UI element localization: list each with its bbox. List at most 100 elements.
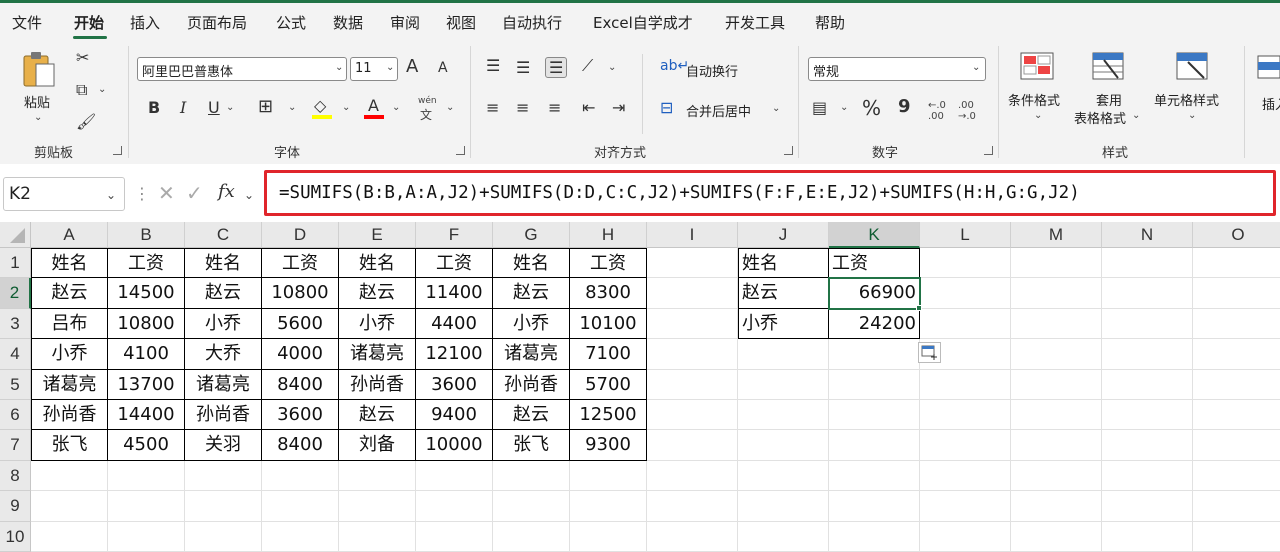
cell-k10[interactable] <box>829 521 920 552</box>
cell-h1[interactable]: 工资 <box>570 248 647 279</box>
cell-m1[interactable] <box>1011 248 1102 279</box>
cell-d9[interactable] <box>262 491 339 522</box>
accounting-icon[interactable]: ▤ <box>812 98 827 117</box>
chevron-down-icon[interactable]: ⌄ <box>106 188 116 202</box>
column-header-g[interactable]: G <box>493 222 570 248</box>
phonetic-icon[interactable]: 文 <box>420 106 432 123</box>
column-header-k[interactable]: K <box>829 222 920 248</box>
align-center-icon[interactable]: ≡ <box>516 98 529 117</box>
cell-c2[interactable]: 赵云 <box>185 278 262 309</box>
menu-review[interactable]: 审阅 <box>390 12 420 33</box>
select-all-button[interactable] <box>0 222 31 248</box>
cell-b8[interactable] <box>108 460 185 492</box>
increase-decimal-icon[interactable]: ←.0.00 <box>928 100 946 122</box>
cell-h8[interactable] <box>570 460 647 492</box>
font-color-button[interactable]: A <box>368 96 379 115</box>
cell-n8[interactable] <box>1102 460 1193 492</box>
cell-g8[interactable] <box>493 460 570 492</box>
cell-g5[interactable]: 孙尚香 <box>493 369 570 400</box>
grow-font-button[interactable]: A <box>406 56 418 77</box>
cell-f2[interactable]: 11400 <box>416 278 493 309</box>
cell-j6[interactable] <box>738 400 829 431</box>
cell-m5[interactable] <box>1011 369 1102 400</box>
cell-b7[interactable]: 4500 <box>108 430 185 461</box>
chevron-down-icon[interactable]: ⌄ <box>226 102 234 113</box>
cell-l8[interactable] <box>920 460 1011 492</box>
cell-a7[interactable]: 张飞 <box>31 430 108 461</box>
cell-j4[interactable] <box>738 339 829 370</box>
column-header-d[interactable]: D <box>262 222 339 248</box>
cell-m4[interactable] <box>1011 339 1102 370</box>
cell-a2[interactable]: 赵云 <box>31 278 108 309</box>
cell-c9[interactable] <box>185 491 262 522</box>
cell-j1[interactable]: 姓名 <box>738 248 829 279</box>
row-header-1[interactable]: 1 <box>0 248 31 279</box>
cell-e4[interactable]: 诸葛亮 <box>339 339 416 370</box>
column-header-i[interactable]: I <box>647 222 738 248</box>
cell-l7[interactable] <box>920 430 1011 461</box>
column-header-l[interactable]: L <box>920 222 1011 248</box>
cell-i2[interactable] <box>647 278 738 309</box>
cell-b3[interactable]: 10800 <box>108 308 185 340</box>
orientation-icon[interactable]: ⟋ <box>582 56 593 76</box>
cell-a3[interactable]: 吕布 <box>31 308 108 340</box>
menu-page-layout[interactable]: 页面布局 <box>187 12 247 33</box>
chevron-down-icon[interactable]: ⌄ <box>840 102 848 113</box>
cell-o9[interactable] <box>1193 491 1280 522</box>
cell-k4[interactable] <box>829 339 920 370</box>
column-header-j[interactable]: J <box>738 222 829 248</box>
cell-i10[interactable] <box>647 521 738 552</box>
cell-o3[interactable] <box>1193 309 1280 340</box>
chevron-down-icon[interactable]: ⌄ <box>244 188 254 202</box>
cell-f10[interactable] <box>416 521 493 552</box>
column-header-e[interactable]: E <box>339 222 416 248</box>
cell-k8[interactable] <box>829 460 920 492</box>
chevron-down-icon[interactable]: ⌄ <box>98 84 106 95</box>
cell-e9[interactable] <box>339 491 416 522</box>
format-as-table-button[interactable]: 表格格式 <box>1074 108 1126 127</box>
cell-m7[interactable] <box>1011 430 1102 461</box>
cell-c1[interactable]: 姓名 <box>185 248 262 279</box>
paste-button[interactable]: 粘贴 ⌄ <box>14 48 64 128</box>
cell-g1[interactable]: 姓名 <box>493 248 570 279</box>
cell-l3[interactable] <box>920 308 1011 340</box>
borders-icon[interactable]: ⊞ <box>258 96 273 117</box>
cell-b6[interactable]: 14400 <box>108 400 185 431</box>
menu-insert[interactable]: 插入 <box>130 12 160 33</box>
align-right-icon[interactable]: ≡ <box>548 98 561 117</box>
menu-data[interactable]: 数据 <box>333 12 363 33</box>
format-painter-icon[interactable]: 🖌 <box>76 112 96 131</box>
cell-n3[interactable] <box>1102 308 1193 340</box>
fill-color-icon[interactable]: ◇ <box>314 96 326 115</box>
menu-developer[interactable]: 开发工具 <box>725 12 785 33</box>
row-header-3[interactable]: 3 <box>0 308 31 340</box>
column-header-a[interactable]: A <box>31 222 108 248</box>
chevron-down-icon[interactable]: ⌄ <box>608 62 616 73</box>
cell-e10[interactable] <box>339 521 416 552</box>
cell-o2[interactable] <box>1193 278 1280 309</box>
cell-f3[interactable]: 4400 <box>416 308 493 340</box>
cell-o5[interactable] <box>1193 370 1280 400</box>
cell-n9[interactable] <box>1102 491 1193 522</box>
format-as-table-line1[interactable]: 套用 <box>1096 90 1122 109</box>
cell-k2[interactable]: 66900 <box>829 278 920 309</box>
chevron-down-icon[interactable]: ⌄ <box>288 102 296 113</box>
cell-d2[interactable]: 10800 <box>262 278 339 309</box>
cell-l10[interactable] <box>920 521 1011 552</box>
cell-n10[interactable] <box>1102 521 1193 552</box>
quick-analysis-button[interactable] <box>918 342 941 363</box>
cell-g10[interactable] <box>493 521 570 552</box>
cell-i3[interactable] <box>647 308 738 340</box>
cell-c4[interactable]: 大乔 <box>185 339 262 370</box>
cell-o6[interactable] <box>1193 400 1280 431</box>
column-header-o[interactable]: O <box>1193 222 1280 248</box>
cell-k5[interactable] <box>829 369 920 400</box>
alignment-launcher-icon[interactable] <box>784 146 793 155</box>
cell-a5[interactable]: 诸葛亮 <box>31 369 108 400</box>
row-header-2[interactable]: 2 <box>0 278 31 309</box>
cell-f1[interactable]: 工资 <box>416 248 493 279</box>
underline-button[interactable]: U <box>208 98 220 117</box>
cell-l6[interactable] <box>920 400 1011 431</box>
row-header-5[interactable]: 5 <box>0 369 31 400</box>
cell-h10[interactable] <box>570 521 647 552</box>
